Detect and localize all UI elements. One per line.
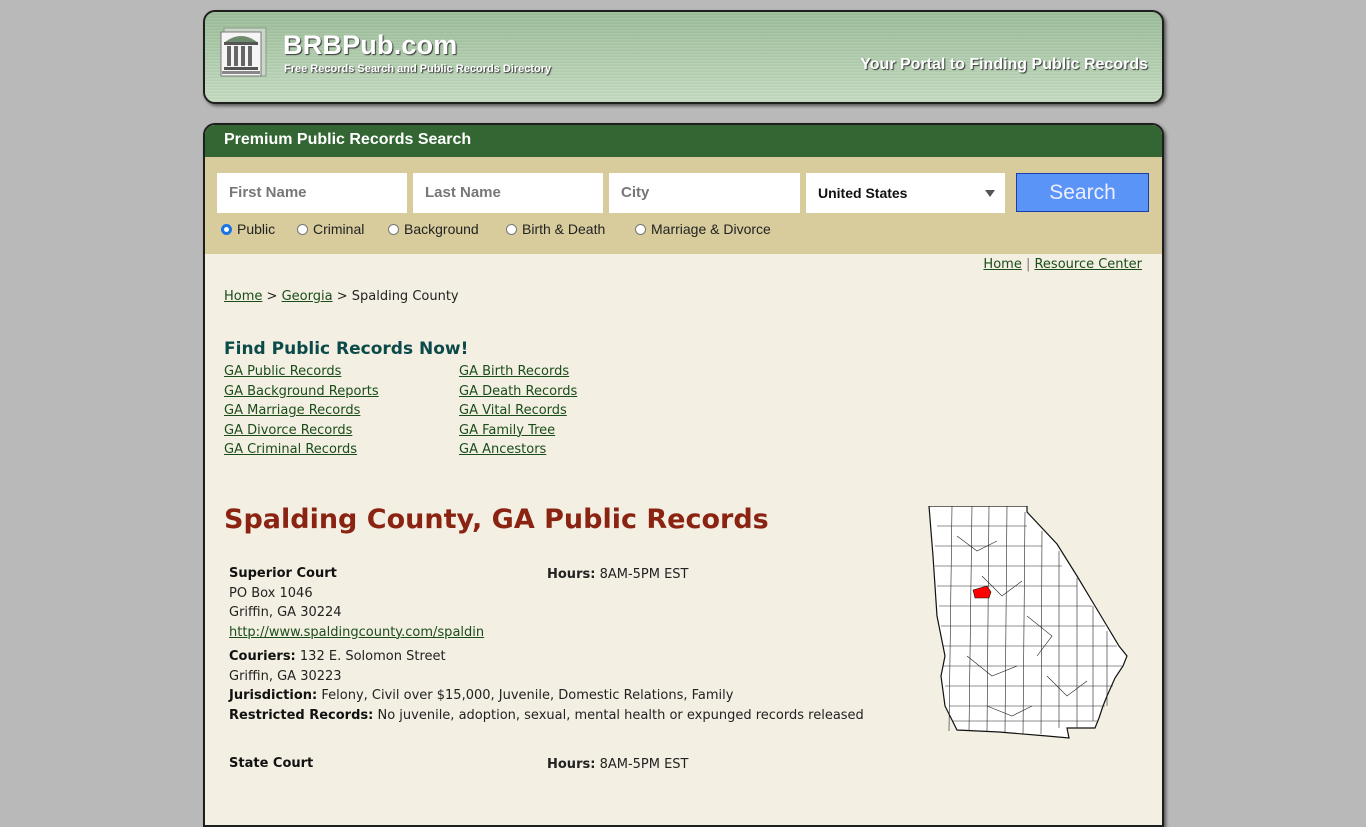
breadcrumb-georgia[interactable]: Georgia (282, 289, 333, 304)
court-name: State Court (229, 756, 314, 771)
find-records-heading: Find Public Records Now! (224, 339, 469, 359)
search-form: First Name Last Name City United States … (205, 157, 1162, 254)
couriers-address: 132 E. Solomon Street (299, 649, 446, 664)
city-input[interactable]: City (609, 173, 800, 213)
link-ga-criminal-records[interactable]: GA Criminal Records (224, 442, 357, 457)
link-ga-vital-records[interactable]: GA Vital Records (459, 403, 567, 418)
site-header: BRBPub.com Free Records Search and Publi… (203, 10, 1164, 104)
link-ga-divorce-records[interactable]: GA Divorce Records (224, 423, 352, 438)
top-links: Home | Resource Center (983, 257, 1142, 272)
last-name-input[interactable]: Last Name (413, 173, 603, 213)
radio-icon[interactable] (388, 224, 399, 235)
first-name-input[interactable]: First Name (217, 173, 407, 213)
breadcrumb-current: Spalding County (351, 289, 459, 304)
search-title: Premium Public Records Search (205, 125, 1162, 157)
radio-icon[interactable] (506, 224, 517, 235)
page-title: Spalding County, GA Public Records (224, 504, 769, 535)
radio-birth-death[interactable]: Birth & Death (506, 221, 605, 237)
georgia-outline (928, 506, 1128, 739)
record-superior-court: Superior Court PO Box 1046 Griffin, GA 3… (229, 566, 864, 723)
radio-selected-icon[interactable] (221, 224, 232, 235)
radio-icon[interactable] (297, 224, 308, 235)
georgia-county-map (928, 506, 1128, 739)
radio-icon[interactable] (635, 224, 646, 235)
link-ga-death-records[interactable]: GA Death Records (459, 384, 577, 399)
link-ga-marriage-records[interactable]: GA Marriage Records (224, 403, 360, 418)
link-ga-family-tree[interactable]: GA Family Tree (459, 423, 555, 438)
top-link-home[interactable]: Home (983, 257, 1021, 272)
court-website-link[interactable]: http://www.spaldingcounty.com/spaldin (229, 625, 484, 640)
breadcrumb: Home > Georgia > Spalding County (224, 289, 459, 304)
radio-marriage-divorce[interactable]: Marriage & Divorce (635, 221, 771, 237)
link-ga-public-records[interactable]: GA Public Records (224, 364, 341, 379)
find-links-col2: GA Birth Records GA Death Records GA Vit… (459, 362, 577, 460)
find-links-col1: GA Public Records GA Background Reports … (224, 362, 379, 460)
radio-background[interactable]: Background (388, 221, 479, 237)
brand-subtitle: Free Records Search and Public Records D… (284, 63, 552, 75)
main-panel: Premium Public Records Search First Name… (203, 123, 1164, 827)
portal-tagline: Your Portal to Finding Public Records (860, 56, 1148, 73)
court-address-line2: Griffin, GA 30224 (229, 605, 342, 620)
court-hours: Hours: 8AM-5PM EST (547, 757, 689, 772)
restricted-records: No juvenile, adoption, sexual, mental he… (377, 707, 864, 723)
link-ga-birth-records[interactable]: GA Birth Records (459, 364, 569, 379)
court-hours: Hours: 8AM-5PM EST (547, 567, 689, 582)
court-address-line1: PO Box 1046 (229, 585, 313, 601)
radio-criminal[interactable]: Criminal (297, 221, 364, 237)
radio-public[interactable]: Public (221, 221, 275, 237)
top-link-resource-center[interactable]: Resource Center (1034, 257, 1142, 272)
link-ga-background-reports[interactable]: GA Background Reports (224, 384, 379, 399)
country-select-value: United States (818, 185, 908, 201)
brand-name[interactable]: BRBPub.com (283, 30, 458, 61)
jurisdiction: Felony, Civil over $15,000, Juvenile, Do… (321, 688, 734, 703)
chevron-down-icon (985, 190, 995, 197)
link-ga-ancestors[interactable]: GA Ancestors (459, 442, 546, 457)
record-state-court: State Court (229, 754, 313, 774)
country-select[interactable]: United States (806, 173, 1005, 213)
couriers-address-line2: Griffin, GA 30223 (229, 668, 342, 684)
search-button[interactable]: Search (1016, 173, 1149, 212)
breadcrumb-home[interactable]: Home (224, 289, 262, 304)
courthouse-icon[interactable] (219, 26, 267, 78)
court-name: Superior Court (229, 566, 337, 581)
